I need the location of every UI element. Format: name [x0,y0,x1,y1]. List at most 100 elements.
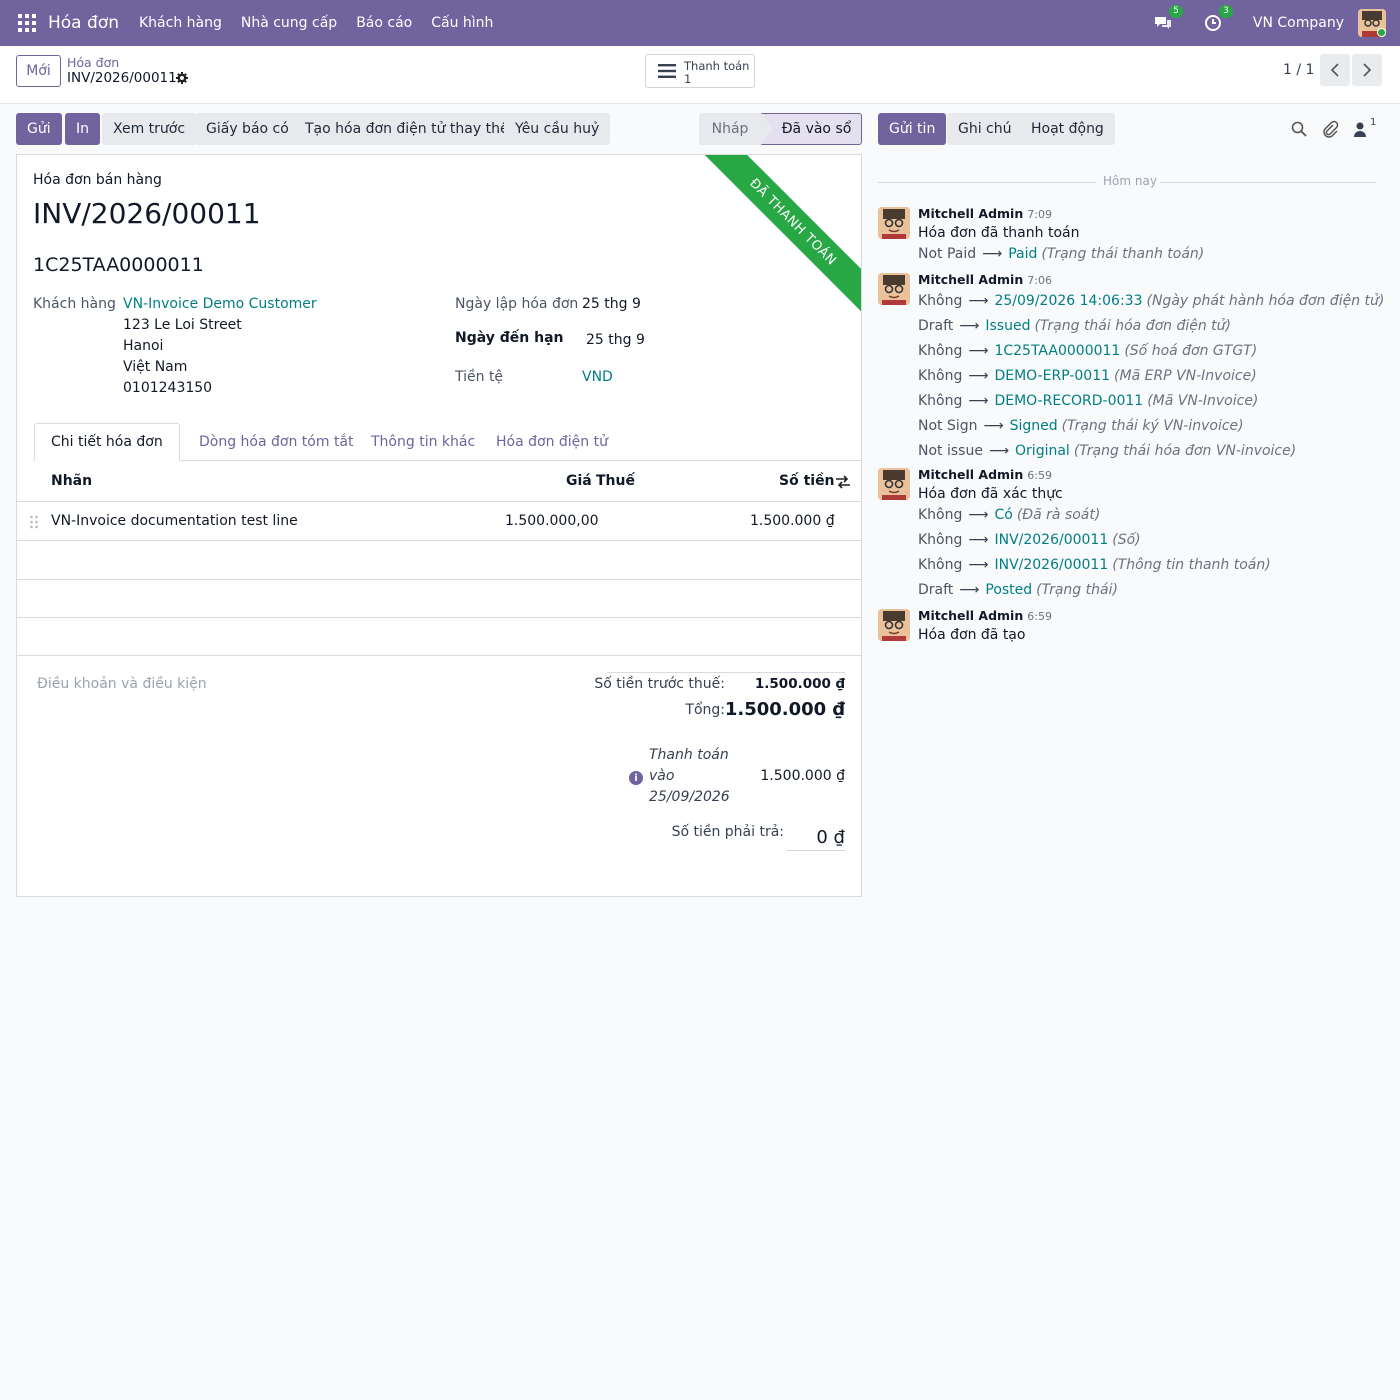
tracking-field-name: (Thông tin thanh toán) [1112,557,1271,573]
due-date-field[interactable]: 25 thg 9 [586,332,645,348]
tracking-field-name: (Ngày phát hành hóa đơn điện tử) [1146,293,1385,309]
tab-other-info[interactable]: Thông tin khác [355,423,491,461]
tab-einvoice[interactable]: Hóa đơn điện tử [480,423,624,461]
message-author-avatar[interactable] [878,468,910,500]
column-label[interactable]: Nhãn [51,473,92,489]
payments-smart-button[interactable]: Thanh toán 1 [645,54,755,88]
print-button[interactable]: In [65,113,101,145]
pager-value[interactable]: 1 / 1 [1283,62,1314,78]
main-menu: Khách hàng Nhà cung cấp Báo cáo Cấu hình [139,15,512,31]
message-author-avatar[interactable] [878,609,910,641]
customer-vat: 0101243150 [123,380,213,396]
pager-next-button[interactable] [1352,54,1382,86]
table-row[interactable]: VN-Invoice documentation test line 1.500… [17,503,861,541]
customer-label: Khách hàng [33,296,116,312]
messages-icon[interactable]: 5 [1153,5,1183,33]
app-name[interactable]: Hóa đơn [48,13,119,33]
message-author[interactable]: Mitchell Admin 6:59 [918,467,1052,482]
tracking-old-value: Không [918,368,963,384]
einvoice-number: 1C25TAA0000011 [33,254,204,276]
due-date-label: Ngày đến hạn [455,330,564,346]
credit-note-button[interactable]: Giấy báo có [195,113,300,145]
activities-button[interactable]: Hoạt động [1020,113,1115,145]
drag-handle-icon[interactable] [29,515,39,529]
message-author[interactable]: Mitchell Admin 6:59 [918,608,1052,623]
status-bar: Nháp Đã vào sổ [699,113,862,145]
tracking-value-line: Không ⟶ INV/2026/00011 (Số) [918,532,1141,548]
tracking-field-name: (Mã VN-Invoice) [1147,393,1259,409]
totals-divider [607,672,845,673]
total-value: 1.500.000 ₫ [724,699,845,720]
tracking-old-value: Không [918,557,963,573]
tracking-new-value: INV/2026/00011 [994,557,1109,573]
new-button[interactable]: Mới [16,55,61,87]
navbar-systray: 5 3 VN Company [1153,0,1400,46]
arrow-right-icon: ⟶ [959,582,980,598]
message-author[interactable]: Mitchell Admin 7:06 [918,272,1052,287]
payment-info-icon[interactable]: i [629,771,643,785]
search-icon[interactable] [1290,120,1308,138]
invoice-date-label: Ngày lập hóa đơn [455,296,579,312]
message-body: Hóa đơn đã tạo [918,627,1026,643]
tracking-old-value: Không [918,393,963,409]
app-menu-icon[interactable] [18,14,36,32]
menu-item-reports[interactable]: Báo cáo [356,15,412,31]
chevron-right-icon [1363,63,1372,77]
online-status-dot [1377,28,1386,37]
invoice-date-field[interactable]: 25 thg 9 [582,296,641,312]
payment-amount: 1.500.000 ₫ [760,768,845,784]
send-button[interactable]: Gửi [16,113,62,145]
author-name: Mitchell Admin [918,467,1024,482]
pager-previous-button[interactable] [1320,54,1350,86]
followers-count: 1 [1370,117,1377,128]
currency-label: Tiền tệ [455,369,504,385]
tracking-new-value: Posted [985,582,1033,598]
column-amount[interactable]: Số tiền [779,473,835,489]
activities-clock-icon[interactable]: 3 [1203,5,1233,33]
user-avatar[interactable] [1358,9,1386,37]
tracking-value-line: Not Paid ⟶ Paid (Trạng thái thanh toán) [918,246,1204,262]
currency-field[interactable]: VND [582,369,613,385]
terms-conditions-field[interactable]: Điều khoản và điều kiện [37,676,207,692]
send-message-button[interactable]: Gửi tin [878,113,947,145]
request-cancel-button[interactable]: Yêu cầu huỷ [504,113,611,145]
message-time: 7:06 [1027,274,1052,287]
menu-item-vendors[interactable]: Nhà cung cấp [241,15,337,31]
message-time: 6:59 [1027,469,1052,482]
message-author[interactable]: Mitchell Admin 7:09 [918,206,1052,221]
tracking-new-value: Signed [1009,418,1058,434]
optional-columns-icon[interactable] [835,475,851,493]
menu-item-configuration[interactable]: Cấu hình [431,15,493,31]
tracking-old-value: Not Paid [918,246,977,262]
tracking-new-value: Paid [1008,246,1038,262]
company-switcher[interactable]: VN Company [1253,15,1344,31]
preview-button[interactable]: Xem trước [102,113,197,145]
tab-summary-lines[interactable]: Dòng hóa đơn tóm tắt [183,423,370,461]
tab-invoice-lines[interactable]: Chi tiết hóa đơn [34,423,180,461]
arrow-right-icon: ⟶ [983,418,1004,434]
arrow-right-icon: ⟶ [968,368,989,384]
column-price[interactable]: Giá [566,473,592,489]
column-tax[interactable]: Thuế [596,473,635,489]
paperclip-icon[interactable] [1321,120,1339,138]
status-draft[interactable]: Nháp [699,113,761,145]
tracking-field-name: (Trạng thái ký VN-invoice) [1061,418,1244,434]
lines-table-header: Nhãn Giá Thuế Số tiền [17,462,861,502]
breadcrumb-parent[interactable]: Hóa đơn [67,55,119,70]
tracking-value-line: Không ⟶ 1C25TAA0000011 (Số hoá đơn GTGT) [918,343,1257,359]
message-author-avatar[interactable] [878,207,910,239]
top-navbar: Hóa đơn Khách hàng Nhà cung cấp Báo cáo … [0,0,1400,46]
document-type: Hóa đơn bán hàng [33,172,162,188]
gear-icon[interactable] [176,72,188,84]
message-author-avatar[interactable] [878,273,910,305]
replace-einvoice-button[interactable]: Tạo hóa đơn điện tử thay thế [294,113,520,145]
log-note-button[interactable]: Ghi chú [947,113,1023,145]
invoice-number: INV/2026/00011 [33,197,261,230]
breadcrumb-current: INV/2026/00011 [67,70,177,86]
chevron-left-icon [1330,63,1339,77]
followers-icon[interactable] [1353,120,1371,138]
status-posted[interactable]: Đã vào sổ [761,113,862,145]
tracking-old-value: Không [918,507,963,523]
menu-item-customers[interactable]: Khách hàng [139,15,222,31]
customer-link[interactable]: VN-Invoice Demo Customer [123,296,317,312]
